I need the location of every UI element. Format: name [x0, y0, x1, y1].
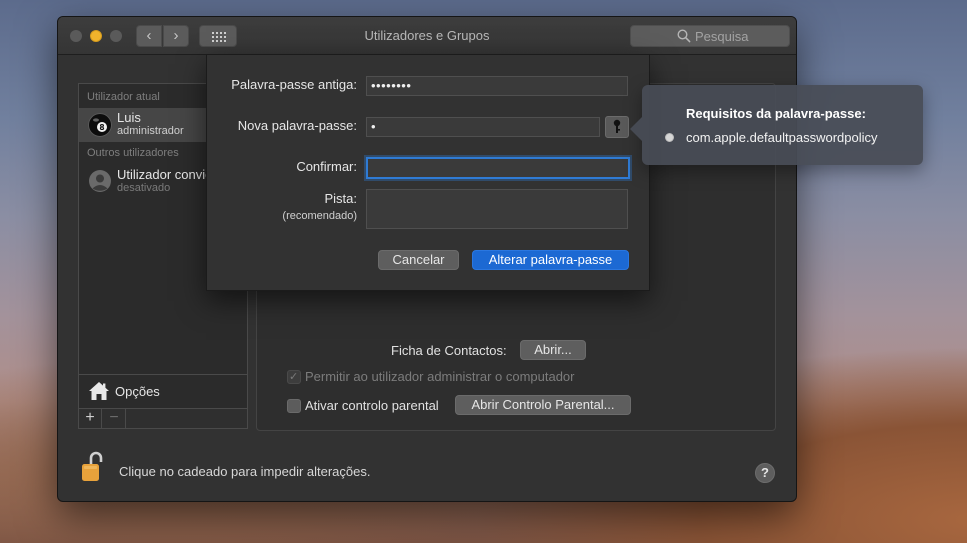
confirm-password-field[interactable] — [366, 157, 630, 179]
current-user-name: Luis — [117, 110, 141, 125]
hint-label: Pista: — [324, 191, 357, 206]
user-silhouette-icon — [89, 170, 111, 192]
help-button[interactable]: ? — [755, 463, 775, 483]
remove-user-button[interactable]: − — [103, 409, 126, 428]
allow-admin-checkbox[interactable]: ✓ — [287, 370, 301, 384]
search-placeholder: Pesquisa — [695, 29, 749, 44]
other-users-section-header: Outros utilizadores — [87, 147, 179, 159]
open-contacts-button[interactable]: Abrir... — [520, 340, 586, 360]
checkmark-icon: ✓ — [289, 371, 299, 383]
current-user-role: administrador — [117, 125, 184, 137]
parental-control-label: Ativar controlo parental — [305, 398, 439, 413]
hint-field[interactable] — [366, 189, 628, 229]
parental-control-checkbox[interactable] — [287, 399, 301, 413]
options-label: Opções — [115, 384, 160, 399]
key-icon — [613, 119, 621, 133]
change-password-sheet: Palavra-passe antiga: •••••••• Nova pala… — [206, 54, 650, 291]
requirement-status-icon — [665, 133, 674, 142]
add-user-button[interactable]: + — [79, 409, 102, 428]
lock-instruction-text: Clique no cadeado para impedir alteraçõe… — [119, 464, 371, 479]
change-password-button[interactable]: Alterar palavra-passe — [472, 250, 629, 270]
open-parental-controls-button[interactable]: Abrir Controlo Parental... — [455, 395, 631, 415]
contacts-card-label: Ficha de Contactos: — [391, 343, 507, 358]
popover-title: Requisitos da palavra-passe: — [686, 106, 866, 121]
house-icon — [89, 382, 109, 400]
current-user-section-header: Utilizador atual — [87, 91, 160, 103]
guest-user-role: desativado — [117, 182, 171, 194]
confirm-label: Confirmar: — [296, 159, 357, 174]
new-password-field[interactable]: • — [366, 117, 600, 137]
unlocked-padlock-icon[interactable] — [80, 451, 104, 483]
svg-text:8: 8 — [99, 123, 104, 132]
title-bar: ‹ › Utilizadores e Grupos Pesquisa — [58, 17, 796, 55]
old-password-field[interactable]: •••••••• — [366, 76, 628, 96]
search-field[interactable]: Pesquisa — [630, 25, 790, 47]
new-password-label: Nova palavra-passe: — [237, 118, 357, 133]
password-assistant-button[interactable] — [605, 116, 629, 138]
hint-sublabel: (recomendado) — [282, 210, 357, 222]
password-requirements-popover: Requisitos da palavra-passe: com.apple.d… — [630, 85, 923, 165]
sidebar-toolbar: + − — [79, 408, 247, 428]
allow-admin-label: Permitir ao utilizador administrar o com… — [305, 369, 575, 384]
search-icon — [677, 29, 691, 43]
eight-ball-avatar: 8 — [88, 113, 112, 137]
old-password-label: Palavra-passe antiga: — [231, 77, 357, 92]
requirement-item: com.apple.defaultpasswordpolicy — [686, 130, 878, 145]
cancel-button[interactable]: Cancelar — [378, 250, 459, 270]
login-options-row[interactable]: Opções — [79, 374, 247, 408]
